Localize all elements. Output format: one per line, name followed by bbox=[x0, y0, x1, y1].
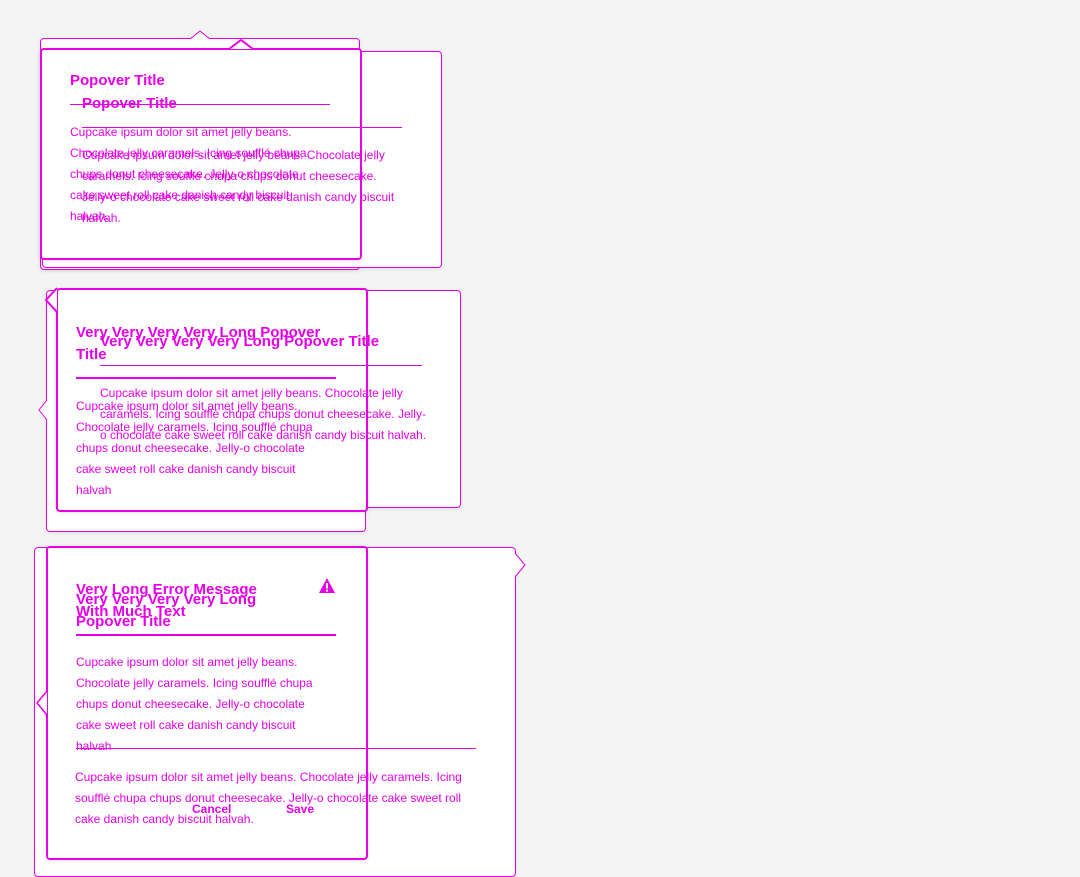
save-button[interactable]: Save bbox=[286, 802, 314, 816]
popover-mid-ghost-tip bbox=[38, 399, 48, 421]
popover-mid-ghost-body: Cupcake ipsum dolor sit amet jelly beans… bbox=[100, 386, 427, 442]
dialog-body: Cupcake ipsum dolor sit amet jelly beans… bbox=[75, 770, 462, 826]
popover-mid-ghost-title: Very Very Very Very Long Popover Title bbox=[100, 333, 380, 350]
dialog-divider bbox=[76, 748, 476, 749]
popover-top-ghost-body: Cupcake ipsum dolor sit amet jelly beans… bbox=[82, 148, 395, 225]
popover-top-title-rule bbox=[70, 104, 330, 105]
cancel-button[interactable]: Cancel bbox=[192, 802, 231, 816]
popover-top-ghost-tip bbox=[189, 30, 211, 40]
popover-mid-title-rule bbox=[76, 377, 336, 379]
popover-bottom-body: Cupcake ipsum dolor sit amet jelly beans… bbox=[76, 655, 313, 753]
warning-icon bbox=[319, 578, 335, 593]
popover-top-title: Popover Title bbox=[70, 72, 165, 89]
popover-mid-tip bbox=[44, 287, 58, 313]
popover-top-tip bbox=[228, 38, 254, 50]
dialog-ghost-tip bbox=[514, 552, 526, 578]
popover-bottom-title: Very Very Very Very Long Popover Title bbox=[76, 591, 257, 630]
popover-mid-ghost-title-rule bbox=[100, 365, 422, 366]
popover-bottom-title-rule bbox=[76, 634, 336, 636]
popover-bottom-tip bbox=[36, 690, 48, 716]
